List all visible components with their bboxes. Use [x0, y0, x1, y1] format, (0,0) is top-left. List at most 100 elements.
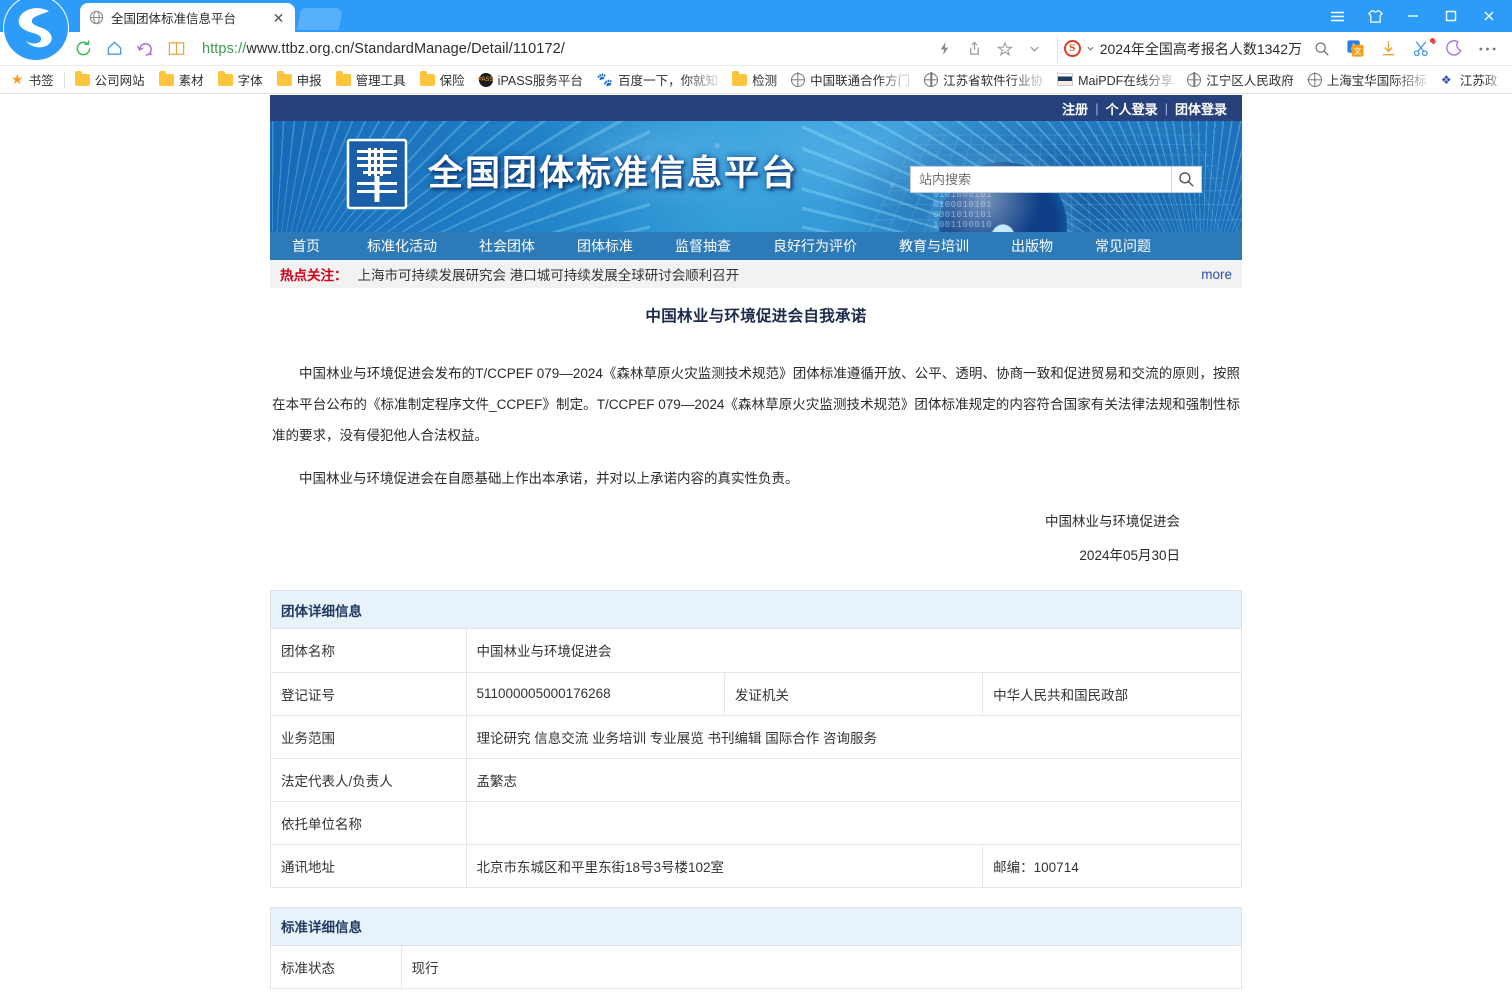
search-query-text[interactable]: 2024年全国高考报名人数1342万	[1100, 39, 1302, 59]
night-mode-moon-icon[interactable]	[1439, 35, 1469, 63]
bookmark-item[interactable]: 中国联通合作方门	[784, 68, 917, 92]
bookmark-label: 江苏省软件行业协	[943, 70, 1043, 89]
download-icon[interactable]	[1373, 35, 1403, 63]
svg-text:文: 文	[1353, 46, 1361, 56]
address-bar[interactable]: https://www.ttbz.org.cn/StandardManage/D…	[202, 36, 1049, 62]
group-detail-table: 团体名称 中国林业与环境促进会 登记证号 511000005000176268 …	[271, 629, 1241, 888]
group-detail-section: 团体详细信息 团体名称 中国林业与环境促进会 登记证号 511000005000…	[270, 590, 1242, 888]
sogou-search-engine-icon[interactable]: S	[1064, 40, 1081, 57]
nav-item-standardization-activities[interactable]: 标准化活动	[346, 232, 458, 260]
nav-item-supervision-inspection[interactable]: 监督抽查	[654, 232, 752, 260]
star-icon: ★	[11, 71, 24, 88]
standard-detail-table: 标准状态 现行	[271, 946, 1241, 990]
bookmark-label: 字体	[238, 70, 263, 89]
page-viewport: 注册 | 个人登录 | 团体登录 01010001010100010101000…	[0, 95, 1512, 1008]
nav-item-group-standards[interactable]: 团体标准	[556, 232, 654, 260]
divider	[64, 72, 65, 88]
nav-item-education-training[interactable]: 教育与培训	[878, 232, 990, 260]
bookmark-label: MaiPDF在线分享	[1078, 70, 1173, 89]
close-icon[interactable]: ✕	[271, 10, 286, 25]
register-link[interactable]: 注册	[1055, 99, 1095, 118]
lightning-icon[interactable]	[931, 36, 959, 62]
bookmark-item[interactable]: 管理工具	[329, 68, 413, 92]
new-tab-button[interactable]	[297, 8, 344, 30]
home-button[interactable]	[99, 35, 130, 63]
hotspot-news-link[interactable]: 上海市可持续发展研究会 港口城可持续发展全球研讨会顺利召开	[358, 264, 740, 284]
hotspot-more-link[interactable]: more	[1201, 267, 1232, 282]
site-nav: 首页 标准化活动 社会团体 团体标准 监督抽查 良好行为评价 教育与培训 出版物…	[270, 232, 1242, 260]
site-top-bar: 注册 | 个人登录 | 团体登录	[270, 95, 1242, 121]
maipdf-icon	[1057, 73, 1073, 86]
window-controls	[1318, 0, 1512, 32]
page-title: 中国林业与环境促进会自我承诺	[270, 304, 1242, 326]
row-value: 北京市东城区和平里东街18号3号楼102室	[466, 844, 983, 887]
bookmark-item[interactable]: 保险	[413, 68, 472, 92]
translate-icon[interactable]: A文	[1340, 35, 1370, 63]
bookmark-label: iPASS服务平台	[498, 70, 583, 89]
close-icon[interactable]	[1470, 1, 1508, 31]
bookmark-label: 检测	[752, 70, 777, 89]
folder-icon	[75, 74, 90, 86]
browser-search-box[interactable]: S 2024年全国高考报名人数1342万	[1057, 36, 1340, 62]
reader-book-icon[interactable]	[161, 35, 192, 63]
bookmark-item[interactable]: 🐾百度一下，你就知	[590, 68, 725, 92]
group-login-link[interactable]: 团体登录	[1168, 99, 1234, 118]
ipass-icon: PASS	[479, 73, 493, 87]
nav-item-home[interactable]: 首页	[270, 232, 346, 260]
bookmark-item[interactable]: 申报	[270, 68, 329, 92]
share-icon[interactable]	[961, 36, 989, 62]
chevron-down-icon[interactable]	[1021, 36, 1049, 62]
more-options-icon[interactable]	[1472, 35, 1502, 63]
search-icon[interactable]	[1171, 167, 1201, 192]
site-search-input[interactable]	[911, 167, 1171, 192]
folder-icon	[159, 74, 174, 86]
bookmark-item[interactable]: 字体	[211, 68, 270, 92]
tab-title: 全国团体标准信息平台	[111, 8, 264, 27]
bookmark-item[interactable]: 素材	[152, 68, 211, 92]
table-row: 业务范围 理论研究 信息交流 业务培训 专业展览 书刊编辑 国际合作 咨询服务	[271, 715, 1241, 758]
row-label: 业务范围	[271, 715, 466, 758]
nav-item-social-organizations[interactable]: 社会团体	[458, 232, 556, 260]
bookmark-item[interactable]: PASS iPASS服务平台	[472, 68, 590, 92]
maximize-icon[interactable]	[1432, 1, 1470, 31]
bookmark-item[interactable]: ★ 书签	[4, 68, 61, 92]
minimize-icon[interactable]	[1394, 1, 1432, 31]
row-label: 法定代表人/负责人	[271, 758, 466, 801]
browser-titlebar: 全国团体标准信息平台 ✕	[0, 0, 1512, 32]
browser-tab[interactable]: 全国团体标准信息平台 ✕	[80, 3, 295, 32]
chevron-down-icon[interactable]	[1087, 45, 1094, 52]
site-search-box[interactable]	[910, 166, 1202, 193]
bookmark-star-icon[interactable]	[991, 36, 1019, 62]
row-value: 孟繁志	[466, 758, 1241, 801]
history-back-icon[interactable]	[130, 35, 161, 63]
search-icon[interactable]	[1308, 36, 1336, 62]
reload-button[interactable]	[68, 35, 99, 63]
bookmark-label: 百度一下，你就知	[618, 70, 718, 89]
nav-item-faq[interactable]: 常见问题	[1074, 232, 1172, 260]
bookmark-label: 上海宝华国际招标	[1327, 70, 1427, 89]
browser-tools: A文	[1340, 35, 1506, 63]
bookmark-item[interactable]: 江苏省软件行业协	[917, 68, 1050, 92]
bookmark-label: 江苏政	[1460, 70, 1498, 89]
row-value-postcode: 邮编：100714	[983, 844, 1241, 887]
bookmark-item[interactable]: 江宁区人民政府	[1180, 68, 1301, 92]
table-row: 通讯地址 北京市东城区和平里东街18号3号楼102室 邮编：100714	[271, 844, 1241, 887]
bookmark-item[interactable]: ❖江苏政	[1434, 68, 1505, 92]
row-label: 通讯地址	[271, 844, 466, 887]
bookmark-item[interactable]: MaiPDF在线分享	[1050, 68, 1180, 92]
personal-login-link[interactable]: 个人登录	[1099, 99, 1165, 118]
hamburger-icon[interactable]	[1318, 1, 1356, 31]
shirt-icon[interactable]	[1356, 1, 1394, 31]
bookmark-item[interactable]: 公司网站	[68, 68, 152, 92]
row-value: 现行	[401, 946, 1241, 989]
screenshot-scissors-icon[interactable]	[1406, 35, 1436, 63]
nav-item-publications[interactable]: 出版物	[990, 232, 1074, 260]
bookmark-label: 书签	[29, 70, 54, 89]
bookmark-item[interactable]: 上海宝华国际招标	[1301, 68, 1434, 92]
signature-org: 中国林业与环境促进会	[1045, 514, 1180, 529]
nav-item-good-behavior-evaluation[interactable]: 良好行为评价	[752, 232, 878, 260]
banner-title: 全国团体标准信息平台	[428, 145, 798, 196]
row-value	[466, 801, 1241, 844]
bookmark-item[interactable]: 检测	[725, 68, 784, 92]
globe-icon	[924, 73, 938, 87]
